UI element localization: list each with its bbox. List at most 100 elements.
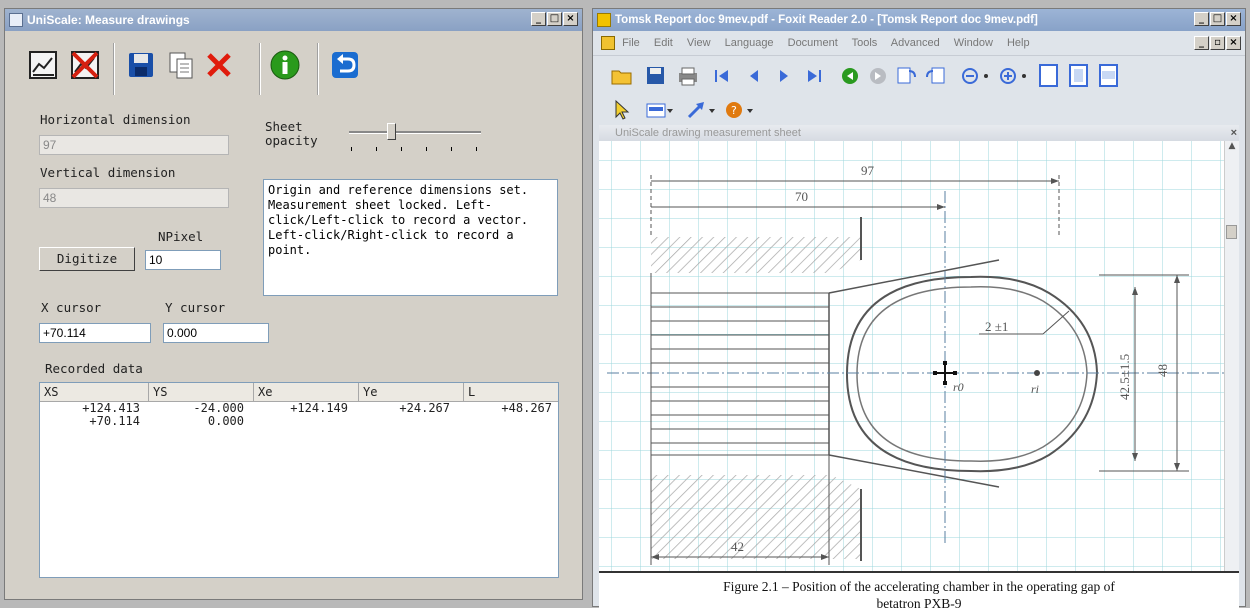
menu-advanced[interactable]: Advanced xyxy=(891,37,940,49)
table-cell xyxy=(450,415,552,428)
zoom-out-icon[interactable] xyxy=(959,65,981,87)
close-button[interactable]: × xyxy=(563,12,578,26)
uniscale-window: UniScale: Measure drawings _ □ × Horizon… xyxy=(4,8,583,600)
table-cell: 0.000 xyxy=(207,414,244,428)
foxit-title-bar[interactable]: Tomsk Report doc 9mev.pdf - Foxit Reader… xyxy=(593,9,1245,31)
minimize-button[interactable]: _ xyxy=(1194,12,1209,26)
opacity-slider[interactable] xyxy=(345,123,485,153)
minimize-button[interactable]: _ xyxy=(531,12,546,26)
chevron-down-icon[interactable] xyxy=(981,65,993,87)
menu-help[interactable]: Help xyxy=(1007,37,1030,49)
go-back-icon[interactable] xyxy=(839,65,861,87)
doc-icon xyxy=(601,36,615,51)
ri-point xyxy=(1034,370,1040,376)
return-button[interactable] xyxy=(327,47,363,83)
print-icon[interactable] xyxy=(677,65,699,87)
menu-edit[interactable]: Edit xyxy=(654,37,673,49)
caption-line-1: Figure 2.1 – Position of the acceleratin… xyxy=(723,579,1115,594)
go-forward-icon[interactable] xyxy=(867,65,889,87)
toolbar-main xyxy=(593,55,1245,96)
drawing-canvas[interactable]: 97 70 42 48 42.5±1.5 2 ±1 r0 ri xyxy=(599,125,1239,608)
delete-button[interactable] xyxy=(201,47,237,83)
foxit-window: Tomsk Report doc 9mev.pdf - Foxit Reader… xyxy=(592,8,1246,608)
vertical-dimension-field[interactable]: 48 xyxy=(39,188,229,208)
select-cursor-icon[interactable] xyxy=(611,99,633,121)
x-cursor-label: X cursor xyxy=(41,300,102,315)
maximize-button[interactable]: □ xyxy=(1210,12,1225,26)
column-header-xs[interactable]: XS xyxy=(40,383,149,401)
table-header: XS YS Xe Ye L xyxy=(40,383,558,402)
doc-close-button[interactable]: × xyxy=(1226,36,1241,50)
npixel-label: NPixel xyxy=(158,229,204,244)
chevron-down-icon[interactable] xyxy=(665,99,675,121)
menu-language[interactable]: Language xyxy=(725,37,774,49)
next-page-icon[interactable] xyxy=(773,65,795,87)
scroll-up-arrow[interactable]: ▲ xyxy=(1225,141,1239,155)
menu-window[interactable]: Window xyxy=(954,37,993,49)
recorded-data-table[interactable]: XS YS Xe Ye L +124.413 -24.000 +124.149 … xyxy=(39,382,559,578)
save-button[interactable] xyxy=(123,47,159,83)
column-header-xe[interactable]: Xe xyxy=(254,383,359,401)
chevron-down-icon[interactable] xyxy=(707,99,717,121)
scroll-thumb[interactable] xyxy=(1226,225,1237,239)
table-row[interactable]: +70.114 0.000 xyxy=(40,415,558,428)
doc-minimize-button[interactable]: _ xyxy=(1194,36,1209,50)
chevron-down-icon[interactable] xyxy=(745,99,755,121)
ri-label: ri xyxy=(1031,382,1039,396)
message-box: Origin and reference dimensions set. Mea… xyxy=(263,179,558,296)
sheet-opacity-label: Sheet opacity xyxy=(265,119,318,148)
actual-size-icon[interactable] xyxy=(1037,63,1061,89)
fit-page-icon[interactable] xyxy=(1067,63,1091,89)
fit-width-icon[interactable] xyxy=(1097,63,1121,89)
npixel-field[interactable]: 10 xyxy=(145,250,221,270)
menu-file[interactable]: File xyxy=(622,37,640,49)
return-icon xyxy=(332,52,358,78)
maximize-button[interactable]: □ xyxy=(547,12,562,26)
last-page-icon[interactable] xyxy=(803,65,825,87)
caption-line-2: betatron PXB-9 xyxy=(876,596,962,608)
y-cursor-field[interactable]: 0.000 xyxy=(163,323,269,343)
close-button[interactable]: × xyxy=(1226,12,1241,26)
info-button[interactable] xyxy=(267,47,303,83)
save-icon[interactable] xyxy=(645,65,667,87)
digitize-button[interactable]: Digitize xyxy=(39,247,135,271)
doc-restore-button[interactable]: ▫ xyxy=(1210,36,1225,50)
recorded-data-label: Recorded data xyxy=(45,361,143,376)
column-header-ys[interactable]: YS xyxy=(149,383,254,401)
slider-thumb[interactable] xyxy=(387,123,397,140)
copy-icon xyxy=(169,52,193,79)
dim-48-text: 48 xyxy=(1155,364,1170,377)
info-icon xyxy=(270,50,300,80)
table-cell: +48.267 xyxy=(501,401,552,415)
help-icon[interactable]: ? xyxy=(723,99,745,121)
menu-document[interactable]: Document xyxy=(788,37,838,49)
chevron-down-icon[interactable] xyxy=(1019,65,1031,87)
zoom-in-icon[interactable] xyxy=(997,65,1019,87)
copy-button[interactable] xyxy=(163,47,199,83)
previous-page-icon[interactable] xyxy=(743,65,765,87)
x-cursor-field[interactable]: +70.114 xyxy=(39,323,151,343)
clear-drawing-button[interactable] xyxy=(67,47,103,83)
document-area[interactable]: UniScale drawing measurement sheet × 97 … xyxy=(599,125,1239,608)
table-cell: +124.149 xyxy=(290,401,348,415)
dim-42-text: 42 xyxy=(731,539,744,554)
horizontal-dimension-field[interactable]: 97 xyxy=(39,135,229,155)
column-header-l[interactable]: L xyxy=(464,383,556,401)
figure-caption: Figure 2.1 – Position of the acceleratin… xyxy=(599,571,1239,608)
table-cell xyxy=(348,415,450,428)
snapshot-icon[interactable] xyxy=(645,99,667,121)
menu-tools[interactable]: Tools xyxy=(852,37,878,49)
load-drawing-button[interactable] xyxy=(25,47,61,83)
open-folder-icon[interactable] xyxy=(611,65,633,87)
horizontal-dimension-label: Horizontal dimension xyxy=(40,112,191,127)
first-page-icon[interactable] xyxy=(711,65,733,87)
uniscale-title: UniScale: Measure drawings xyxy=(27,13,190,27)
uniscale-title-bar[interactable]: UniScale: Measure drawings _ □ × xyxy=(5,9,582,31)
menu-view[interactable]: View xyxy=(687,37,711,49)
table-cell xyxy=(244,415,348,428)
rotate-right-icon[interactable] xyxy=(925,65,947,87)
rotate-left-icon[interactable] xyxy=(895,65,917,87)
arrow-tool-icon[interactable] xyxy=(685,99,707,121)
vertical-scrollbar[interactable]: ▲ xyxy=(1224,141,1239,571)
column-header-ye[interactable]: Ye xyxy=(359,383,464,401)
